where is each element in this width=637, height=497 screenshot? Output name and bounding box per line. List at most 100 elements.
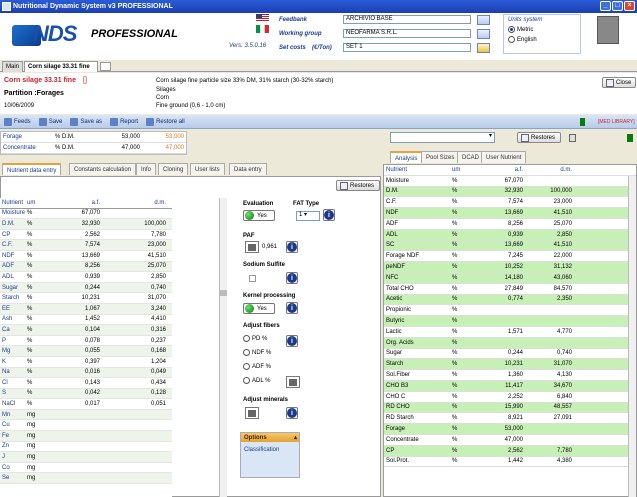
- minimize-button[interactable]: _: [600, 1, 611, 11]
- table-row[interactable]: Ash% 1,452 4,410: [0, 315, 172, 326]
- working-group-field[interactable]: NEOFARMA S.R.L.: [343, 29, 471, 38]
- table-row[interactable]: NDF% 13,669 41,510: [0, 251, 172, 262]
- cell-d[interactable]: 25,070: [100, 263, 170, 269]
- adjust-minerals-info-button[interactable]: i: [286, 407, 298, 419]
- classification-link[interactable]: Classification: [241, 442, 299, 458]
- cell-a[interactable]: 0,939: [45, 274, 100, 280]
- tab-nutrient-data-entry[interactable]: Nutrient data entry: [2, 163, 62, 175]
- cell-d[interactable]: 0,434: [100, 380, 170, 386]
- table-row[interactable]: Ca% 0,104 0,316: [0, 325, 172, 336]
- table-row[interactable]: P% 0,078 0,237: [0, 336, 172, 347]
- cell-a[interactable]: 0,244: [45, 285, 100, 291]
- table-row[interactable]: ADF% 8,256 25,070: [0, 261, 172, 273]
- cell-d[interactable]: 7,780: [100, 232, 170, 238]
- cell-d[interactable]: 31,070: [100, 295, 170, 301]
- cell-a[interactable]: 2,562: [45, 232, 100, 238]
- cell-d[interactable]: 100,000: [100, 221, 170, 227]
- cell-d[interactable]: 0,128: [100, 390, 170, 396]
- scrollbar-thumb[interactable]: [219, 290, 227, 296]
- table-row[interactable]: Se mg: [0, 473, 172, 485]
- cell-a[interactable]: 32,930: [45, 221, 100, 227]
- cell-a[interactable]: 1,452: [45, 316, 100, 322]
- table-row[interactable]: Zn mg: [0, 442, 172, 453]
- cell-d[interactable]: 0,051: [100, 401, 170, 407]
- cell-d[interactable]: 3,240: [100, 306, 170, 312]
- kernel-processing-toggle[interactable]: Yes: [243, 303, 275, 314]
- adjust-fibers-info-button[interactable]: i: [286, 335, 298, 347]
- italy-flag-icon[interactable]: [256, 25, 269, 33]
- close-window-button[interactable]: ×: [624, 1, 635, 11]
- cell-a[interactable]: 0,017: [45, 401, 100, 407]
- tab-data-entry[interactable]: Data entry: [229, 163, 267, 175]
- table-row[interactable]: Moisture% 67,070: [0, 209, 172, 220]
- paf-button[interactable]: [245, 241, 259, 253]
- unit-metric-radio[interactable]: Metric: [508, 26, 576, 33]
- cell-d[interactable]: 0,740: [100, 285, 170, 291]
- save-button[interactable]: Save: [38, 117, 62, 126]
- evaluation-toggle[interactable]: Yes: [243, 210, 275, 221]
- vertical-scrollbar-right[interactable]: [628, 176, 636, 497]
- tab-corn-silage[interactable]: Corn silage 33.31 fine: [24, 61, 98, 72]
- table-row[interactable]: Starch% 10,231 31,070: [0, 293, 172, 304]
- table-row[interactable]: Jmg: [0, 452, 172, 463]
- adjust-fibers-button[interactable]: [286, 376, 300, 388]
- report-button[interactable]: Report: [110, 117, 138, 126]
- table-row[interactable]: Sugar% 0,244 0,740: [0, 282, 172, 294]
- feeds-button[interactable]: Feeds: [4, 117, 31, 126]
- restores-button-left[interactable]: Restores: [336, 180, 380, 191]
- vertical-scrollbar-left[interactable]: [219, 198, 227, 497]
- cell-d[interactable]: 41,510: [100, 253, 170, 259]
- cell-a[interactable]: 0,078: [45, 338, 100, 344]
- sodium-sulfite-info-button[interactable]: i: [286, 272, 298, 284]
- kernel-info-button[interactable]: i: [286, 302, 298, 314]
- tab-info[interactable]: Info: [136, 163, 157, 175]
- new-tab-icon[interactable]: [100, 62, 111, 71]
- cell-a[interactable]: 0,104: [45, 327, 100, 333]
- cell-a[interactable]: 67,070: [45, 210, 100, 216]
- working-group-button[interactable]: [477, 29, 490, 39]
- fat-type-info-button[interactable]: i: [323, 209, 335, 221]
- fiber-pd-radio[interactable]: PD %: [243, 335, 267, 342]
- table-row[interactable]: Cl% 0,143 0,434: [0, 378, 172, 389]
- feedbank-field[interactable]: ARCHIVIO BASE: [343, 15, 471, 24]
- page-icon[interactable]: [569, 134, 576, 142]
- cell-a[interactable]: 0,016: [45, 369, 100, 375]
- table-row[interactable]: Co mg: [0, 463, 172, 474]
- table-row[interactable]: K% 0,397 1,204: [0, 357, 172, 368]
- restores-button-right[interactable]: Restores: [517, 132, 561, 143]
- cell-d[interactable]: 0,168: [100, 348, 170, 354]
- table-row[interactable]: Fe mg: [0, 431, 172, 442]
- table-row[interactable]: Mg% 0,055 0,168: [0, 346, 172, 357]
- cell-a[interactable]: 10,231: [45, 295, 100, 301]
- tab-constants-calculation[interactable]: Constants calculation: [69, 163, 137, 175]
- cell-d[interactable]: 0,049: [100, 369, 170, 375]
- table-row[interactable]: C.F.% 7,574 23,000: [0, 240, 172, 251]
- fiber-adf-radio[interactable]: ADF %: [243, 363, 271, 370]
- paf-info-button[interactable]: i: [286, 241, 298, 253]
- cell-a[interactable]: 0,055: [45, 348, 100, 354]
- unit-english-radio[interactable]: English: [508, 36, 576, 43]
- table-row[interactable]: ADL% 0,939 2,850: [0, 272, 172, 283]
- cell-a[interactable]: 7,574: [45, 242, 100, 248]
- table-row[interactable]: Na% 0,016 0,049: [0, 367, 172, 379]
- fat-type-select[interactable]: 1 ▾: [296, 211, 320, 221]
- tab-user-nutrient[interactable]: User Nutrient: [481, 151, 527, 163]
- fiber-adl-radio[interactable]: ADL %: [243, 377, 270, 384]
- right-select[interactable]: ▾: [390, 132, 495, 143]
- cell-d[interactable]: 23,000: [100, 242, 170, 248]
- cell-d[interactable]: 2,850: [100, 274, 170, 280]
- us-flag-icon[interactable]: [256, 14, 269, 22]
- cell-a[interactable]: 1,067: [45, 306, 100, 312]
- table-row[interactable]: NaCl% 0,017 0,051: [0, 399, 172, 410]
- folder-icon[interactable]: [477, 43, 490, 53]
- tab-dcad[interactable]: DCAD: [457, 151, 485, 163]
- table-row[interactable]: Mn mg: [0, 409, 172, 421]
- save-as-button[interactable]: Save as: [70, 117, 102, 126]
- table-row[interactable]: D.M.% 32,930 100,000: [0, 219, 172, 230]
- cell-a[interactable]: 8,256: [45, 263, 100, 269]
- tab-pool-sizes[interactable]: Pool Sizes: [421, 151, 460, 163]
- sodium-sulfite-checkbox[interactable]: [249, 275, 256, 282]
- cell-d[interactable]: 1,204: [100, 359, 170, 365]
- feedbank-browse-button[interactable]: [477, 15, 490, 25]
- adjust-minerals-button[interactable]: [245, 407, 259, 419]
